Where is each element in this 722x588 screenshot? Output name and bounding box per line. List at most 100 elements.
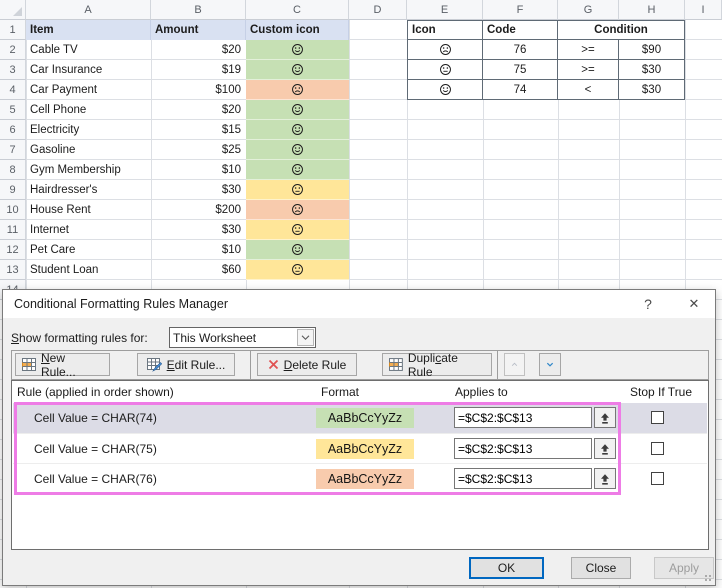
- cell-C11[interactable]: [246, 220, 349, 240]
- cell-A10[interactable]: House Rent: [26, 200, 151, 220]
- edit-rule-button[interactable]: Edit Rule...: [137, 353, 235, 376]
- cell-F4[interactable]: 74: [483, 80, 558, 100]
- scope-dropdown[interactable]: This Worksheet: [169, 327, 316, 348]
- cell-B8[interactable]: $10: [151, 160, 246, 180]
- cell-H3[interactable]: $30: [619, 60, 685, 80]
- row-header-13[interactable]: 13: [0, 260, 26, 280]
- range-picker-button[interactable]: [594, 438, 616, 459]
- row-header-2[interactable]: 2: [0, 40, 26, 60]
- row-header-11[interactable]: 11: [0, 220, 26, 240]
- cell-C3[interactable]: [246, 60, 349, 80]
- move-rule-up-button[interactable]: [504, 353, 525, 376]
- cell-A12[interactable]: Pet Care: [26, 240, 151, 260]
- cell-A5[interactable]: Cell Phone: [26, 100, 151, 120]
- cell-B12[interactable]: $10: [151, 240, 246, 260]
- cell-B1-amount-header[interactable]: Amount: [151, 20, 246, 40]
- resize-grip[interactable]: [703, 573, 713, 583]
- cell-A7[interactable]: Gasoline: [26, 140, 151, 160]
- cell-C2[interactable]: [246, 40, 349, 60]
- range-picker-button[interactable]: [594, 407, 616, 428]
- column-header-F[interactable]: F: [483, 0, 558, 20]
- cell-H2[interactable]: $90: [619, 40, 685, 60]
- cell-C8[interactable]: [246, 160, 349, 180]
- column-header-G[interactable]: G: [558, 0, 619, 20]
- delete-rule-button[interactable]: Delete Rule: [257, 353, 357, 376]
- cell-A8[interactable]: Gym Membership: [26, 160, 151, 180]
- cell-C13[interactable]: [246, 260, 349, 280]
- cell-C12[interactable]: [246, 240, 349, 260]
- cell-E1-icon-header[interactable]: Icon: [407, 20, 483, 40]
- stop-if-true-checkbox[interactable]: [651, 472, 664, 485]
- cell-A4[interactable]: Car Payment: [26, 80, 151, 100]
- cell-C7[interactable]: [246, 140, 349, 160]
- rule-row-char75[interactable]: Cell Value = CHAR(75) AaBbCcYyZz: [13, 433, 707, 464]
- cell-C4[interactable]: [246, 80, 349, 100]
- cell-A11[interactable]: Internet: [26, 220, 151, 240]
- move-rule-down-button[interactable]: [539, 353, 561, 376]
- applies-to-input[interactable]: [454, 407, 592, 428]
- chevron-down-icon[interactable]: [297, 329, 314, 346]
- column-header-H[interactable]: H: [619, 0, 685, 20]
- close-button[interactable]: ✕: [679, 290, 709, 318]
- stop-if-true-checkbox[interactable]: [651, 411, 664, 424]
- cell-G2[interactable]: >=: [558, 40, 619, 60]
- column-header-I[interactable]: I: [685, 0, 722, 20]
- cell-H4[interactable]: $30: [619, 80, 685, 100]
- cell-G4[interactable]: <: [558, 80, 619, 100]
- cell-B10[interactable]: $200: [151, 200, 246, 220]
- range-picker-button[interactable]: [594, 468, 616, 489]
- cell-F2[interactable]: 76: [483, 40, 558, 60]
- cell-E4[interactable]: [407, 80, 483, 100]
- cell-B9[interactable]: $30: [151, 180, 246, 200]
- column-header-C[interactable]: C: [246, 0, 349, 20]
- column-header-A[interactable]: A: [26, 0, 151, 20]
- cell-B2[interactable]: $20: [151, 40, 246, 60]
- row-header-7[interactable]: 7: [0, 140, 26, 160]
- applies-to-input[interactable]: [454, 438, 592, 459]
- stop-if-true-checkbox[interactable]: [651, 442, 664, 455]
- cell-B7[interactable]: $25: [151, 140, 246, 160]
- rule-row-char74[interactable]: Cell Value = CHAR(74) AaBbCcYyZz: [13, 403, 707, 433]
- cell-B5[interactable]: $20: [151, 100, 246, 120]
- cell-A3[interactable]: Car Insurance: [26, 60, 151, 80]
- cell-F3[interactable]: 75: [483, 60, 558, 80]
- column-header-D[interactable]: D: [349, 0, 407, 20]
- row-header-12[interactable]: 12: [0, 240, 26, 260]
- close-dialog-button[interactable]: Close: [571, 557, 631, 579]
- cell-G1-condition-header[interactable]: Condition: [558, 20, 685, 40]
- cell-C10[interactable]: [246, 200, 349, 220]
- cell-B3[interactable]: $19: [151, 60, 246, 80]
- applies-to-input[interactable]: [454, 468, 592, 489]
- cell-A13[interactable]: Student Loan: [26, 260, 151, 280]
- row-header-1[interactable]: 1: [0, 20, 26, 40]
- row-header-5[interactable]: 5: [0, 100, 26, 120]
- row-header-10[interactable]: 10: [0, 200, 26, 220]
- cell-F1-code-header[interactable]: Code: [483, 20, 558, 40]
- cell-B6[interactable]: $15: [151, 120, 246, 140]
- dialog-titlebar[interactable]: Conditional Formatting Rules Manager ? ✕: [3, 290, 715, 318]
- row-header-3[interactable]: 3: [0, 60, 26, 80]
- column-header-B[interactable]: B: [151, 0, 246, 20]
- cell-A9[interactable]: Hairdresser's: [26, 180, 151, 200]
- row-header-4[interactable]: 4: [0, 80, 26, 100]
- cell-E3[interactable]: [407, 60, 483, 80]
- cell-C9[interactable]: [246, 180, 349, 200]
- new-rule-button[interactable]: New Rule...: [15, 351, 110, 379]
- ok-button[interactable]: OK: [469, 557, 544, 579]
- cell-C1-custom-icon-header[interactable]: Custom icon: [246, 20, 349, 40]
- cell-G3[interactable]: >=: [558, 60, 619, 80]
- select-all-corner[interactable]: [0, 0, 26, 20]
- cell-B4[interactable]: $100: [151, 80, 246, 100]
- cell-A2[interactable]: Cable TV: [26, 40, 151, 60]
- row-header-6[interactable]: 6: [0, 120, 26, 140]
- column-header-E[interactable]: E: [407, 0, 483, 20]
- cell-A6[interactable]: Electricity: [26, 120, 151, 140]
- cell-B11[interactable]: $30: [151, 220, 246, 240]
- help-button[interactable]: ?: [633, 290, 663, 318]
- duplicate-rule-button[interactable]: Duplicate Rule: [382, 351, 492, 379]
- cell-C5[interactable]: [246, 100, 349, 120]
- row-header-9[interactable]: 9: [0, 180, 26, 200]
- row-header-8[interactable]: 8: [0, 160, 26, 180]
- cell-C6[interactable]: [246, 120, 349, 140]
- cell-A1-item-header[interactable]: Item: [26, 20, 151, 40]
